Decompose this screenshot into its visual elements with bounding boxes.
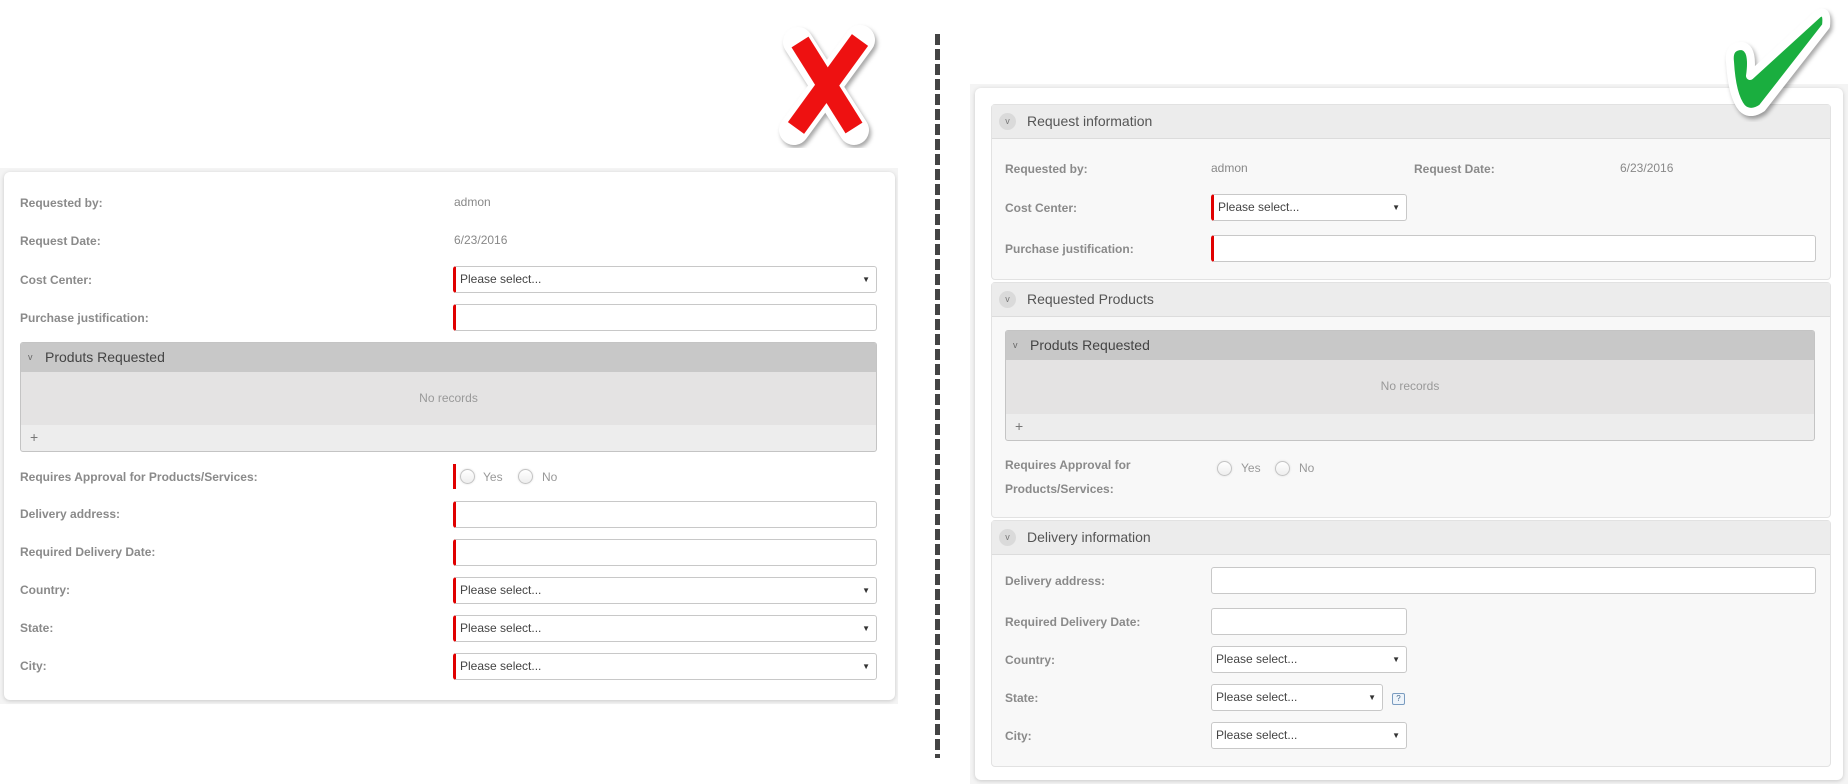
caret-down-icon: ▼	[1368, 693, 1376, 702]
add-row-button[interactable]: +	[30, 429, 38, 445]
chevron-down-icon[interactable]: v	[999, 291, 1016, 308]
country-selected: Please select...	[1216, 652, 1298, 666]
required-delivery-date-label: Required Delivery Date:	[1005, 615, 1141, 629]
delivery-address-input[interactable]	[1211, 567, 1816, 594]
approval-yes-radio[interactable]	[1217, 461, 1232, 476]
city-label: City:	[1005, 729, 1032, 743]
caret-down-icon: ▼	[862, 624, 870, 633]
caret-down-icon: ▼	[862, 662, 870, 671]
dashed-divider	[935, 34, 940, 758]
approval-no-radio[interactable]	[518, 469, 533, 484]
required-delivery-date-label: Required Delivery Date:	[20, 545, 156, 559]
state-select[interactable]: Please select... ▼	[453, 615, 877, 642]
purchase-justification-label: Purchase justification:	[1005, 242, 1134, 256]
country-select[interactable]: Please select... ▼	[1211, 646, 1407, 673]
caret-down-icon: ▼	[862, 275, 870, 284]
products-grid-body: No records	[1006, 360, 1814, 414]
approval-yes-label: Yes	[483, 470, 503, 484]
state-selected: Please select...	[460, 621, 542, 635]
cost-center-label: Cost Center:	[20, 273, 93, 287]
country-select[interactable]: Please select... ▼	[453, 577, 877, 604]
caret-down-icon: ▼	[1392, 731, 1400, 740]
approval-no-radio[interactable]	[1275, 461, 1290, 476]
approval-yes-label: Yes	[1241, 461, 1261, 475]
city-label: City:	[20, 659, 47, 673]
cross-mark-icon	[779, 25, 875, 145]
required-indicator	[453, 464, 456, 489]
delivery-address-input[interactable]	[453, 501, 877, 528]
city-select[interactable]: Please select... ▼	[453, 653, 877, 680]
approval-no-label: No	[542, 470, 558, 484]
cost-center-selected: Please select...	[1218, 200, 1300, 214]
delivery-address-label: Delivery address:	[1005, 574, 1106, 588]
state-select[interactable]: Please select... ▼	[1211, 684, 1383, 711]
caret-down-icon: ▼	[862, 586, 870, 595]
purchase-justification-input[interactable]	[453, 304, 877, 331]
state-label: State:	[1005, 691, 1039, 705]
requested-by-value: admon	[1211, 161, 1248, 175]
country-label: Country:	[1005, 653, 1055, 667]
requested-by-label: Requested by:	[1005, 162, 1088, 176]
city-select[interactable]: Please select... ▼	[1211, 722, 1407, 749]
products-grid-header[interactable]: v Produts Requested	[21, 343, 876, 372]
delivery-address-label: Delivery address:	[20, 507, 121, 521]
section-header[interactable]: v Delivery information	[992, 521, 1830, 555]
products-grid-title: Produts Requested	[1030, 337, 1150, 353]
help-icon[interactable]: ?	[1392, 693, 1405, 705]
purchase-justification-input[interactable]	[1211, 235, 1816, 262]
requested-by-label: Requested by:	[20, 196, 103, 210]
products-grid-body: No records	[21, 372, 876, 425]
cost-center-select[interactable]: Please select... ▼	[453, 266, 877, 293]
section-delivery-information: v Delivery information	[991, 520, 1831, 767]
request-date-label: Request Date:	[1414, 162, 1495, 176]
request-date-label: Request Date:	[20, 234, 101, 248]
requires-approval-label: Requires Approval for	[1005, 458, 1131, 472]
check-mark-icon	[1725, 8, 1831, 116]
caret-down-icon: ▼	[1392, 203, 1400, 212]
cost-center-selected: Please select...	[460, 272, 542, 286]
section-title: Delivery information	[1027, 529, 1151, 545]
required-delivery-date-input[interactable]	[1211, 608, 1407, 635]
city-selected: Please select...	[460, 659, 542, 673]
request-date-value: 6/23/2016	[1620, 161, 1674, 175]
section-header[interactable]: v Request information	[992, 105, 1830, 139]
country-label: Country:	[20, 583, 70, 597]
chevron-down-icon[interactable]: v	[28, 352, 33, 362]
approval-no-label: No	[1299, 461, 1315, 475]
chevron-down-icon[interactable]: v	[999, 529, 1016, 546]
country-selected: Please select...	[460, 583, 542, 597]
chevron-down-icon[interactable]: v	[1013, 340, 1018, 350]
cost-center-select[interactable]: Please select... ▼	[1211, 194, 1407, 221]
cost-center-label: Cost Center:	[1005, 201, 1078, 215]
section-header[interactable]: v Requested Products	[992, 283, 1830, 317]
purchase-justification-label: Purchase justification:	[20, 311, 149, 325]
chevron-down-icon[interactable]: v	[999, 113, 1016, 130]
products-grid: v Produts Requested No records +	[20, 342, 877, 452]
request-date-value: 6/23/2016	[454, 233, 508, 247]
no-records-text: No records	[1380, 379, 1440, 393]
state-selected: Please select...	[1216, 690, 1298, 704]
required-delivery-date-input[interactable]	[453, 539, 877, 566]
add-row-button[interactable]: +	[1015, 418, 1023, 434]
no-records-text: No records	[419, 391, 478, 405]
state-label: State:	[20, 621, 54, 635]
approval-yes-radio[interactable]	[460, 469, 475, 484]
city-selected: Please select...	[1216, 728, 1298, 742]
caret-down-icon: ▼	[1392, 655, 1400, 664]
requires-approval-label: Requires Approval for Products/Services:	[20, 470, 258, 484]
products-grid-header[interactable]: v Produts Requested	[1006, 331, 1814, 360]
requires-approval-label-line2: Products/Services:	[1005, 482, 1114, 496]
section-title: Request information	[1027, 113, 1153, 129]
products-grid-title: Produts Requested	[45, 349, 165, 365]
products-grid: v Produts Requested No records +	[1005, 330, 1815, 441]
section-title: Requested Products	[1027, 291, 1154, 307]
requested-by-value: admon	[454, 195, 491, 209]
